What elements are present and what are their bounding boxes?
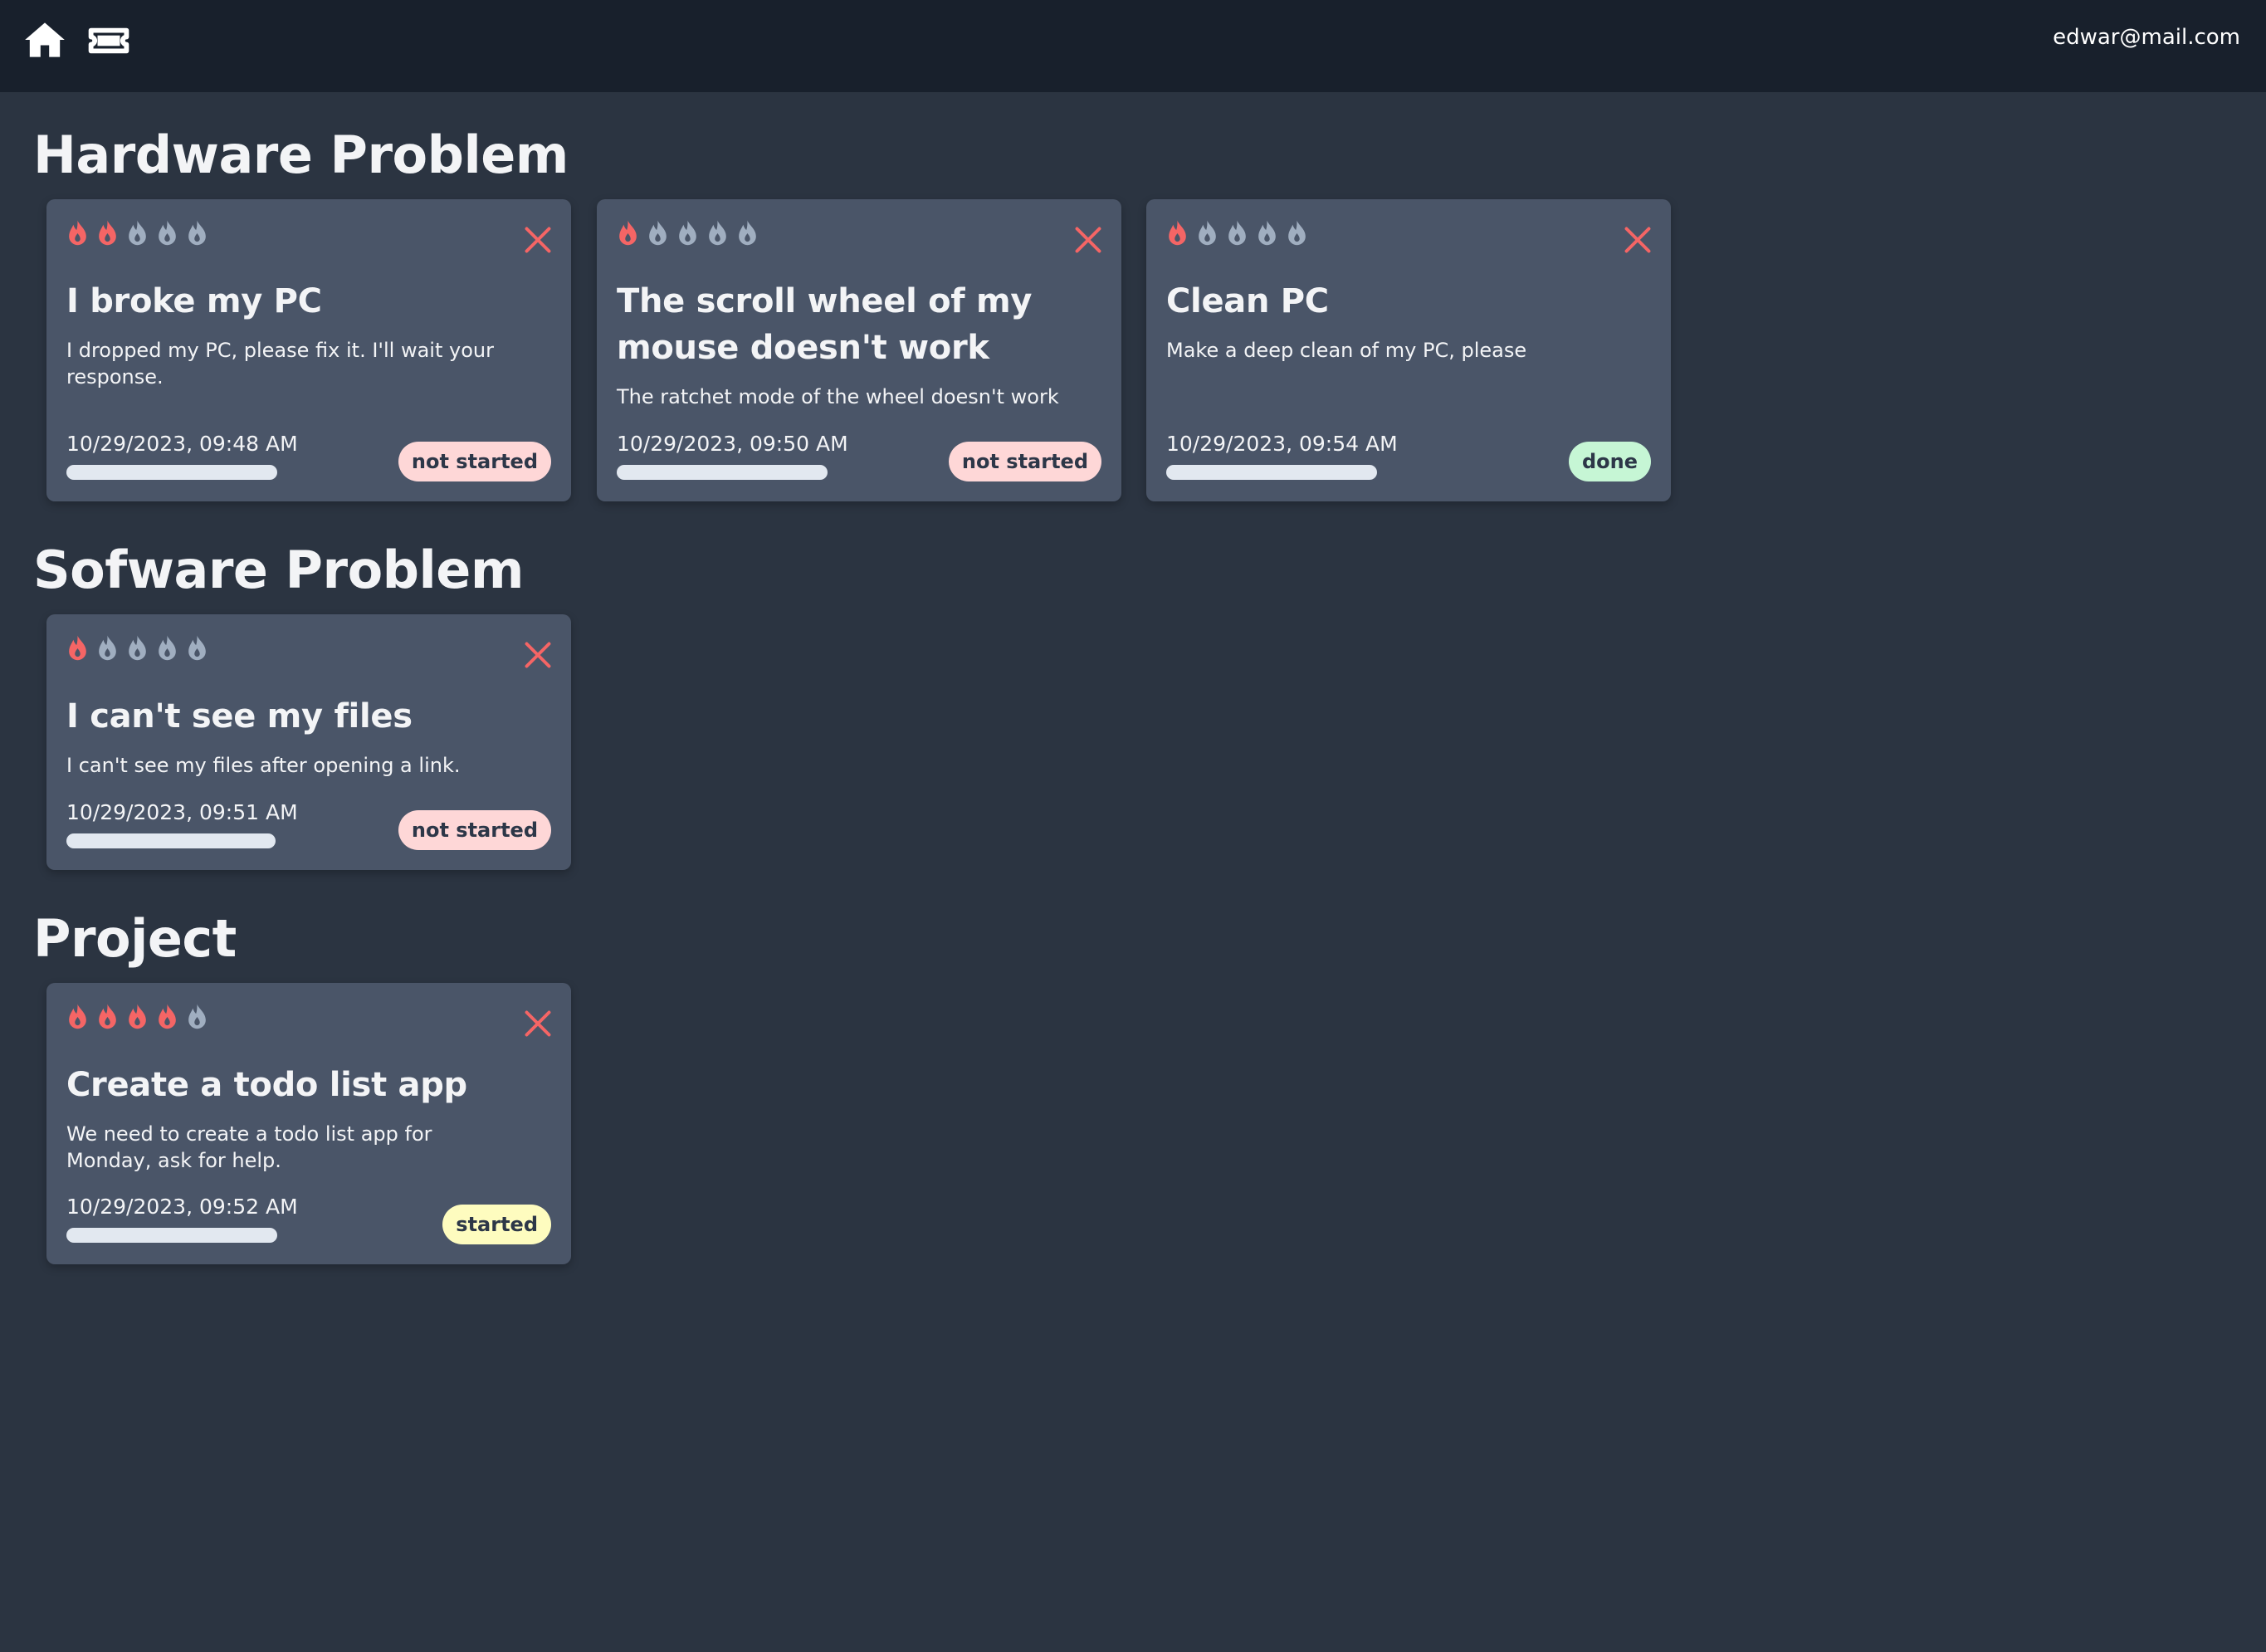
- flame-icon-inactive[interactable]: [675, 219, 701, 247]
- ticket-description: I dropped my PC, please fix it. I'll wai…: [66, 339, 494, 389]
- ticket-title: Clean PC: [1166, 282, 1329, 320]
- ticket-description: Make a deep clean of my PC, please: [1166, 339, 1527, 362]
- flame-icon-inactive[interactable]: [184, 1003, 210, 1031]
- close-icon[interactable]: [523, 225, 553, 255]
- priority-rating: [615, 219, 764, 249]
- progress-bar: [66, 833, 276, 848]
- flame-icon-active[interactable]: [65, 219, 90, 247]
- progress-bar: [66, 1228, 277, 1243]
- status-badge: done: [1568, 442, 1651, 481]
- ticket-card[interactable]: I can't see my files I can't see my file…: [46, 614, 571, 870]
- flame-icon-inactive[interactable]: [125, 219, 150, 247]
- user-email[interactable]: edwar@mail.com: [2053, 25, 2240, 50]
- flame-icon-inactive[interactable]: [184, 634, 210, 662]
- ticket-icon[interactable]: [86, 18, 131, 63]
- flame-icon-active[interactable]: [65, 634, 90, 662]
- section-title-hardware: Hardware Problem: [33, 125, 569, 185]
- status-badge: not started: [398, 810, 551, 850]
- flame-icon-inactive[interactable]: [125, 634, 150, 662]
- flame-icon-inactive[interactable]: [735, 219, 760, 247]
- flame-icon-inactive[interactable]: [645, 219, 671, 247]
- ticket-title: The scroll wheel of my mouse doesn't wor…: [617, 282, 1033, 367]
- ticket-description: I can't see my files after opening a lin…: [66, 754, 461, 777]
- flame-icon-inactive[interactable]: [1224, 219, 1250, 247]
- flame-icon-inactive[interactable]: [184, 219, 210, 247]
- flame-icon-active[interactable]: [615, 219, 641, 247]
- flame-icon-active[interactable]: [125, 1003, 150, 1031]
- priority-rating: [1165, 219, 1314, 249]
- progress-bar: [617, 465, 828, 480]
- ticket-card[interactable]: The scroll wheel of my mouse doesn't wor…: [597, 199, 1121, 501]
- ticket-date: 10/29/2023, 09:48 AM: [66, 432, 298, 456]
- ticket-title: I can't see my files: [66, 697, 413, 736]
- status-badge: started: [442, 1205, 551, 1244]
- ticket-card[interactable]: I broke my PC I dropped my PC, please fi…: [46, 199, 571, 501]
- priority-rating: [65, 219, 214, 249]
- priority-rating: [65, 634, 214, 664]
- status-badge: not started: [948, 442, 1101, 481]
- priority-rating: [65, 1003, 214, 1033]
- flame-icon-active[interactable]: [95, 219, 120, 247]
- close-icon[interactable]: [523, 1009, 553, 1039]
- flame-icon-inactive[interactable]: [1284, 219, 1310, 247]
- ticket-card[interactable]: Clean PC Make a deep clean of my PC, ple…: [1146, 199, 1671, 501]
- section-title-project: Project: [33, 908, 237, 969]
- top-navbar: edwar@mail.com: [0, 0, 2266, 92]
- ticket-date: 10/29/2023, 09:51 AM: [66, 800, 298, 824]
- home-icon[interactable]: [23, 18, 66, 61]
- close-icon[interactable]: [1623, 225, 1653, 255]
- ticket-description: We need to create a todo list app for Mo…: [66, 1122, 432, 1172]
- ticket-date: 10/29/2023, 09:50 AM: [617, 432, 848, 456]
- status-badge: not started: [398, 442, 551, 481]
- flame-icon-inactive[interactable]: [154, 219, 180, 247]
- ticket-card[interactable]: Create a todo list app We need to create…: [46, 983, 571, 1264]
- flame-icon-active[interactable]: [65, 1003, 90, 1031]
- close-icon[interactable]: [1073, 225, 1103, 255]
- ticket-date: 10/29/2023, 09:52 AM: [66, 1195, 298, 1219]
- flame-icon-active[interactable]: [154, 1003, 180, 1031]
- flame-icon-inactive[interactable]: [705, 219, 730, 247]
- ticket-date: 10/29/2023, 09:54 AM: [1166, 432, 1398, 456]
- section-title-software: Sofware Problem: [33, 540, 524, 600]
- ticket-description: The ratchet mode of the wheel doesn't wo…: [617, 385, 1059, 408]
- flame-icon-inactive[interactable]: [1254, 219, 1280, 247]
- progress-bar: [1166, 465, 1377, 480]
- flame-icon-active[interactable]: [1165, 219, 1190, 247]
- ticket-title: I broke my PC: [66, 282, 322, 320]
- flame-icon-inactive[interactable]: [1194, 219, 1220, 247]
- ticket-title: Create a todo list app: [66, 1066, 467, 1104]
- close-icon[interactable]: [523, 640, 553, 670]
- flame-icon-active[interactable]: [95, 1003, 120, 1031]
- flame-icon-inactive[interactable]: [95, 634, 120, 662]
- flame-icon-inactive[interactable]: [154, 634, 180, 662]
- progress-bar: [66, 465, 277, 480]
